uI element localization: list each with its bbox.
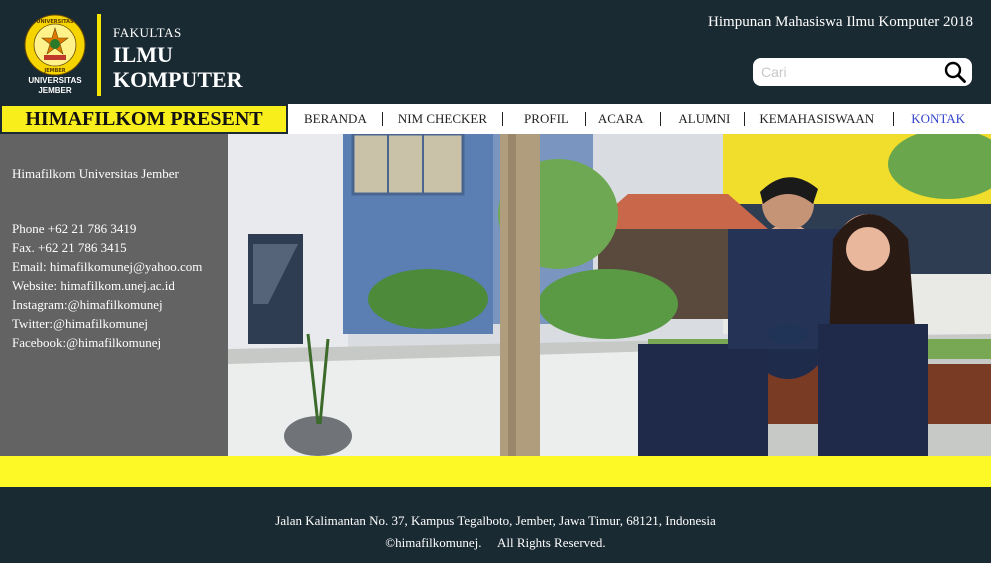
nav-item-acara[interactable]: ACARA	[598, 104, 644, 134]
main-nav: HIMAFILKOM PRESENT BERANDA NIM CHECKER P…	[0, 103, 991, 134]
faculty-name: ILMU KOMPUTER	[113, 42, 243, 92]
nav-separator	[502, 112, 504, 126]
search-box[interactable]	[753, 58, 972, 86]
nav-separator	[381, 112, 383, 126]
nav-item-beranda[interactable]: BERANDA	[304, 104, 367, 134]
nav-item-alumni[interactable]: ALUMNI	[678, 104, 730, 134]
yellow-band	[0, 456, 991, 487]
contact-facebook: Facebook:@himafilkomunej	[12, 335, 162, 350]
university-logo[interactable]: UNIVERSITAS JEMBER	[24, 14, 86, 76]
logo-caption: UNIVERSITAS JEMBER	[14, 76, 96, 96]
footer-copyright: ©himafilkomunej. All Rights Reserved.	[385, 535, 606, 550]
contact-twitter: Twitter:@himafilkomunej	[12, 316, 148, 331]
site-footer: Jalan Kalimantan No. 37, Kampus Tegalbot…	[0, 487, 991, 563]
nav-item-nim-checker[interactable]: NIM CHECKER	[398, 104, 487, 134]
site-header: UNIVERSITAS JEMBER UNIVERSITAS JEMBER FA…	[0, 0, 991, 103]
contact-panel: Himafilkom Universitas Jember Phone +62 …	[0, 134, 228, 456]
present-banner: HIMAFILKOM PRESENT	[0, 104, 288, 134]
search-input[interactable]	[761, 62, 941, 82]
faculty-label: FAKULTAS	[113, 25, 182, 40]
footer-address: Jalan Kalimantan No. 37, Kampus Tegalbot…	[275, 513, 716, 528]
contact-phone: Phone +62 21 786 3419	[12, 221, 137, 236]
campus-photo	[228, 134, 991, 456]
faculty-name-line-1: ILMU	[113, 42, 173, 67]
nav-item-kemahasiswaan[interactable]: KEMAHASISWAAN	[759, 104, 874, 134]
faculty-name-line-2: KOMPUTER	[113, 67, 243, 92]
contact-fax: Fax. +62 21 786 3415	[12, 240, 127, 255]
site-title: Himpunan Mahasiswa Ilmu Komputer 2018	[708, 14, 973, 30]
nav-separator	[893, 112, 895, 126]
nav-item-profil[interactable]: PROFIL	[524, 104, 569, 134]
search-icon[interactable]	[944, 61, 966, 83]
nav-separator	[584, 112, 586, 126]
nav-item-kontak[interactable]: KONTAK	[911, 104, 965, 134]
svg-text:UNIVERSITAS: UNIVERSITAS	[36, 19, 74, 25]
header-divider	[97, 14, 101, 96]
contact-website: Website: himafilkom.unej.ac.id	[12, 278, 175, 293]
logo-caption-line-1: UNIVERSITAS	[28, 76, 82, 85]
nav-separator	[660, 112, 662, 126]
svg-text:JEMBER: JEMBER	[43, 68, 65, 74]
nav-separator	[744, 112, 746, 126]
contact-list: Phone +62 21 786 3419 Fax. +62 21 786 34…	[12, 219, 202, 352]
org-name: Himafilkom Universitas Jember	[12, 166, 179, 181]
contact-email: Email: himafilkomunej@yahoo.com	[12, 259, 203, 274]
contact-instagram: Instagram:@himafilkomunej	[12, 297, 163, 312]
logo-caption-line-2: JEMBER	[38, 86, 72, 95]
nav-menu: BERANDA NIM CHECKER PROFIL ACARA ALUMNI …	[290, 104, 965, 134]
